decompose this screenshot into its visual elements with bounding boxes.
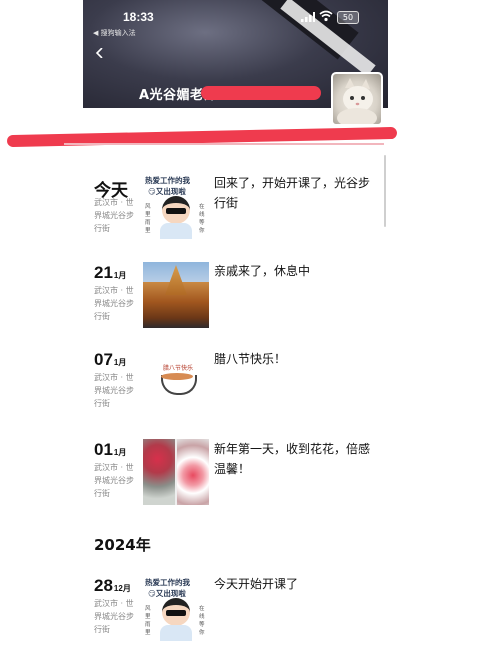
entry-text: 亲戚来了，休息中 <box>214 264 311 278</box>
entry-thumbnail[interactable]: 腊八节快乐 <box>143 349 209 415</box>
entry-location: 武汉市 · 世界城光谷步行街 <box>94 373 134 408</box>
sticker-side-text: 风里 雨里 <box>145 606 151 636</box>
sticker-caption: 😏又出现啦 <box>148 187 186 196</box>
entry-date: 2812月 <box>94 576 131 596</box>
back-arrow-icon[interactable] <box>95 48 105 58</box>
scrollbar[interactable] <box>384 155 386 227</box>
header-divider <box>64 143 384 145</box>
sticker-girl-body <box>160 223 192 239</box>
entry-month: 1月 <box>113 271 127 280</box>
sticker-caption: 热爱工作的我 <box>145 578 190 587</box>
name-redaction-mark <box>201 86 321 100</box>
entry-date: 071月 <box>94 350 126 370</box>
battery-indicator: 50 <box>337 11 359 24</box>
cat-avatar-image <box>337 78 377 124</box>
entry-date: 211月 <box>94 263 126 283</box>
profile-avatar[interactable] <box>331 72 383 126</box>
entry-thumbnail[interactable] <box>143 262 209 328</box>
entry-month: 12月 <box>113 584 131 593</box>
entry-day: 01 <box>94 440 113 459</box>
sticker-side-text: 在线 等你 <box>199 606 205 636</box>
sticker-side-text: 在线 等你 <box>199 204 205 234</box>
entry-location: 武汉市 · 世界城光谷步行街 <box>94 463 134 498</box>
sticker-caption: 热爱工作的我 <box>145 176 190 185</box>
sticker-caption: 😏又出现啦 <box>148 589 186 598</box>
entry-text: 今天开始开课了 <box>214 577 299 591</box>
entry-day: 28 <box>94 576 113 595</box>
entry-text: 回来了，开始开课了，光谷步行街 <box>214 176 371 210</box>
entry-thumbnail[interactable] <box>143 439 209 505</box>
sticker-girl-body <box>160 625 192 641</box>
entry-text: 腊八节快乐！ <box>214 352 287 366</box>
temple-tower-image <box>165 265 187 295</box>
moments-album-screen: 18:33 ◀ 搜狗输入法 50 A光谷媚老师3335320 今天 <box>83 0 388 650</box>
flower-photo-left <box>143 439 175 505</box>
signal-icon <box>301 12 315 22</box>
bowl-label: 腊八节快乐 <box>163 365 194 372</box>
entry-location: 武汉市 · 世界城光谷步行街 <box>94 599 134 634</box>
entry-month: 1月 <box>113 448 127 457</box>
status-bar: 18:33 ◀ 搜狗输入法 50 <box>83 10 388 37</box>
entry-thumbnail[interactable]: 热爱工作的我 😏又出现啦 风里 雨里 在线 等你 <box>143 575 209 641</box>
sticker-side-text: 风里 雨里 <box>145 204 151 234</box>
entry-text: 新年第一天，收到花花，倍感温馨！ <box>214 442 371 476</box>
status-time: 18:33 <box>123 10 154 24</box>
porridge-surface <box>161 373 193 380</box>
sunglasses-icon <box>166 610 186 616</box>
entry-day: 07 <box>94 350 113 369</box>
entry-day: 21 <box>94 263 113 282</box>
entry-thumbnail[interactable]: 热爱工作的我 😏又出现啦 风里 雨里 在线 等你 <box>143 173 209 239</box>
year-heading: 2024年 <box>94 536 151 554</box>
entry-location: 武汉市 · 世界城光谷步行街 <box>94 198 134 233</box>
flower-photo-right <box>177 439 209 505</box>
entry-date: 011月 <box>94 440 126 460</box>
back-to-app-link[interactable]: ◀ 搜狗输入法 <box>93 28 136 38</box>
sunglasses-icon <box>166 208 186 214</box>
entry-location: 武汉市 · 世界城光谷步行街 <box>94 286 134 321</box>
entry-month: 1月 <box>113 358 127 367</box>
wifi-icon <box>319 10 333 22</box>
